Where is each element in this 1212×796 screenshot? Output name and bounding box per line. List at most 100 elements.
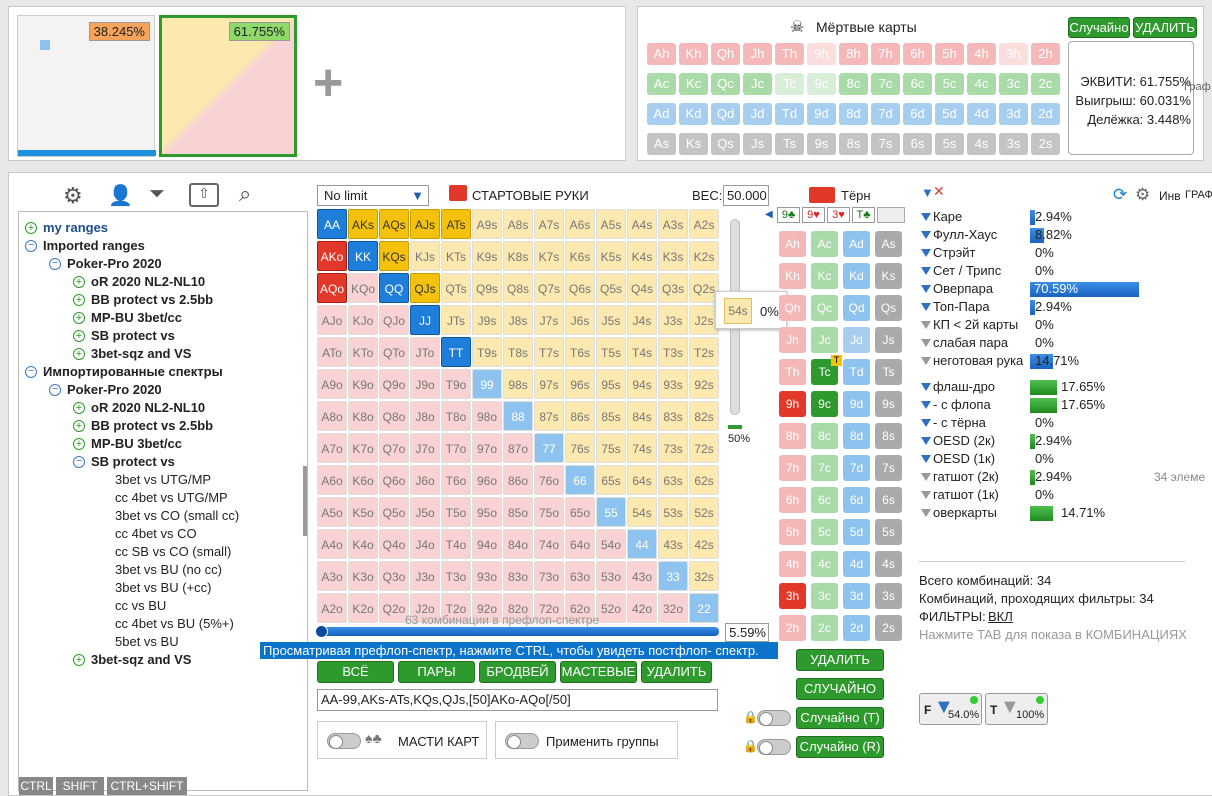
user-icon[interactable]: 👤 — [108, 183, 133, 208]
hand-cell-T9o[interactable]: T9o — [441, 369, 471, 399]
tree-expander-icon[interactable]: + — [73, 438, 85, 450]
hand-cell-86o[interactable]: 86o — [503, 465, 533, 495]
dead-card-8h[interactable]: 8h — [839, 43, 868, 65]
key-ctrl[interactable]: CTRL — [19, 777, 53, 795]
tree-item[interactable]: BB protect vs 2.5bb — [91, 292, 213, 307]
hand-cell-85s[interactable]: 85s — [596, 401, 626, 431]
hand-cell-95s[interactable]: 95s — [596, 369, 626, 399]
weight-input[interactable]: 50.000 — [723, 185, 769, 206]
weight-slider-handle[interactable] — [728, 425, 742, 429]
dead-card-6h[interactable]: 6h — [903, 43, 932, 65]
tree-item[interactable]: Poker-Pro 2020 — [67, 382, 162, 397]
dead-card-6c[interactable]: 6c — [903, 73, 932, 95]
turn-card-Kh[interactable]: Kh — [779, 263, 806, 289]
hand-cell-82s[interactable]: 82s — [689, 401, 719, 431]
dead-card-5s[interactable]: 5s — [935, 133, 964, 155]
dead-card-3h[interactable]: 3h — [999, 43, 1028, 65]
hand-cell-52s[interactable]: 52s — [689, 497, 719, 527]
hand-cell-83s[interactable]: 83s — [658, 401, 688, 431]
filter-icon[interactable] — [921, 383, 931, 391]
tree-expander-icon[interactable]: + — [73, 348, 85, 360]
hand-cell-A5o[interactable]: A5o — [317, 497, 347, 527]
dead-card-9s[interactable]: 9s — [807, 133, 836, 155]
dead-random-button[interactable]: Случайно — [1068, 17, 1130, 38]
turn-card-5s[interactable]: 5s — [875, 519, 902, 545]
hand-cell-A9o[interactable]: A9o — [317, 369, 347, 399]
dead-card-2d[interactable]: 2d — [1031, 103, 1060, 125]
hand-cell-62s[interactable]: 62s — [689, 465, 719, 495]
dead-card-7s[interactable]: 7s — [871, 133, 900, 155]
hand-cell-K6o[interactable]: K6o — [348, 465, 378, 495]
hand-cell-K8s[interactable]: K8s — [503, 241, 533, 271]
dead-card-6s[interactable]: 6s — [903, 133, 932, 155]
dead-card-Td[interactable]: Td — [775, 103, 804, 125]
filter-add-icon[interactable]: ⏷ — [149, 183, 165, 206]
range-preview-left[interactable]: 38.245% — [17, 15, 156, 157]
hand-cell-T7s[interactable]: T7s — [534, 337, 564, 367]
hand-cell-73o[interactable]: 73o — [534, 561, 564, 591]
hand-cell-Q7s[interactable]: Q7s — [534, 273, 564, 303]
hand-cell-97s[interactable]: 97s — [534, 369, 564, 399]
tree-expander-icon[interactable]: − — [49, 258, 61, 270]
hand-cell-K7s[interactable]: K7s — [534, 241, 564, 271]
turn-card-Qc[interactable]: Qc — [811, 295, 838, 321]
hand-cell-92s[interactable]: 92s — [689, 369, 719, 399]
hand-cell-J3s[interactable]: J3s — [658, 305, 688, 335]
tree-item[interactable]: Импортированные спектры — [43, 364, 223, 379]
hand-cell-J4s[interactable]: J4s — [627, 305, 657, 335]
hand-cell-76s[interactable]: 76s — [565, 433, 595, 463]
hand-cell-Q5o[interactable]: Q5o — [379, 497, 409, 527]
dead-card-Qc[interactable]: Qc — [711, 73, 740, 95]
hand-cell-T7o[interactable]: T7o — [441, 433, 471, 463]
dead-card-Kc[interactable]: Kc — [679, 73, 708, 95]
hand-cell-T8s[interactable]: T8s — [503, 337, 533, 367]
hand-cell-A7s[interactable]: A7s — [534, 209, 564, 239]
dead-card-8d[interactable]: 8d — [839, 103, 868, 125]
hand-cell-A3o[interactable]: A3o — [317, 561, 347, 591]
filter-icon[interactable] — [921, 267, 931, 275]
hand-cell-Q5s[interactable]: Q5s — [596, 273, 626, 303]
turn-card-9h[interactable]: 9h — [779, 391, 806, 417]
hand-cell-75s[interactable]: 75s — [596, 433, 626, 463]
hand-cell-A3s[interactable]: A3s — [658, 209, 688, 239]
turn-card-Ks[interactable]: Ks — [875, 263, 902, 289]
board-card[interactable]: 9♥ — [802, 207, 825, 223]
hand-cell-66[interactable]: 66 — [565, 465, 595, 495]
hand-cell-J8o[interactable]: J8o — [410, 401, 440, 431]
hand-cell-88[interactable]: 88 — [503, 401, 533, 431]
filter-icon[interactable] — [921, 213, 931, 221]
hand-cell-83o[interactable]: 83o — [503, 561, 533, 591]
tree-item[interactable]: SB protect vs — [91, 328, 175, 343]
turn-card-6d[interactable]: 6d — [843, 487, 870, 513]
hand-cell-Q4o[interactable]: Q4o — [379, 529, 409, 559]
dead-card-9d[interactable]: 9d — [807, 103, 836, 125]
tree-item[interactable]: MP-BU 3bet/cc — [91, 436, 182, 451]
tree-item[interactable]: BB protect vs 2.5bb — [91, 418, 213, 433]
turn-card-6s[interactable]: 6s — [875, 487, 902, 513]
turn-card-2s[interactable]: 2s — [875, 615, 902, 641]
hand-cell-98o[interactable]: 98o — [472, 401, 502, 431]
random-r-toggle[interactable] — [757, 739, 791, 755]
hand-cell-J9o[interactable]: J9o — [410, 369, 440, 399]
turn-card-4h[interactable]: 4h — [779, 551, 806, 577]
dead-card-Kd[interactable]: Kd — [679, 103, 708, 125]
hand-cell-99[interactable]: 99 — [472, 369, 502, 399]
tree-expander-icon[interactable]: + — [73, 276, 85, 288]
hand-cell-A7o[interactable]: A7o — [317, 433, 347, 463]
grid-btn-0[interactable]: ВСЁ — [317, 661, 394, 683]
hand-cell-Q6o[interactable]: Q6o — [379, 465, 409, 495]
hand-cell-J8s[interactable]: J8s — [503, 305, 533, 335]
tree-expander-icon[interactable]: + — [25, 222, 37, 234]
turn-card-Ac[interactable]: Ac — [811, 231, 838, 257]
tree-item[interactable]: Imported ranges — [43, 238, 145, 253]
dead-card-Ks[interactable]: Ks — [679, 133, 708, 155]
dead-card-Qs[interactable]: Qs — [711, 133, 740, 155]
grid-btn-1[interactable]: ПАРЫ — [398, 661, 475, 683]
hand-cell-T3s[interactable]: T3s — [658, 337, 688, 367]
hand-cell-Q3o[interactable]: Q3o — [379, 561, 409, 591]
hand-cell-74s[interactable]: 74s — [627, 433, 657, 463]
dead-card-Ah[interactable]: Ah — [647, 43, 676, 65]
dead-card-4c[interactable]: 4c — [967, 73, 996, 95]
filters-toggle-link[interactable]: ВКЛ — [988, 609, 1013, 624]
filter-icon[interactable] — [921, 321, 931, 329]
